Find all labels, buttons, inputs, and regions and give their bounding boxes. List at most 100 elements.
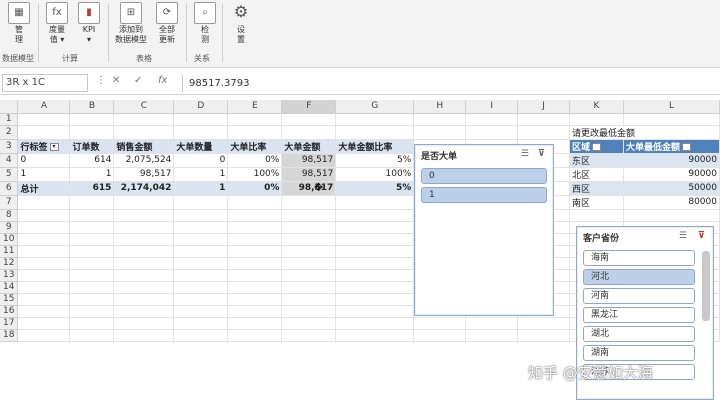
column-header[interactable]: L	[623, 100, 720, 114]
pivot-header: 大单比率	[227, 139, 283, 154]
formula-input[interactable]: 98517.3793	[182, 75, 712, 92]
pivot-cell[interactable]: 2,075,524	[113, 153, 175, 168]
group-data-model: 数据模型	[2, 54, 34, 63]
settings-button[interactable]: ⚙ 设 置	[226, 2, 256, 45]
row-header[interactable]: 8	[0, 209, 19, 222]
column-header[interactable]: C	[113, 100, 175, 114]
threshold-cell[interactable]: 90000	[623, 167, 720, 182]
threshold-cell[interactable]: 80000	[623, 195, 720, 210]
row-header[interactable]: 14	[0, 281, 19, 294]
row-header[interactable]: 15	[0, 293, 19, 306]
measure-button[interactable]: fx 度量 值 ▾	[42, 2, 72, 45]
pivot-cell[interactable]: 100%	[227, 167, 283, 182]
pivot-header: 大单金额比率	[335, 139, 415, 154]
refresh-all-button[interactable]: ⟳ 全部 更新	[152, 2, 182, 45]
row-header[interactable]: 13	[0, 269, 19, 282]
pivot-header-row-label[interactable]: 行标签 ▾	[17, 139, 71, 154]
threshold-cell[interactable]: 南区	[569, 195, 624, 210]
multi-select-icon[interactable]: ☰	[679, 231, 687, 241]
select-all-corner[interactable]	[0, 100, 19, 114]
pivot-cell[interactable]: 614	[69, 153, 115, 168]
pivot-total-cell[interactable]: 5%	[335, 180, 415, 196]
column-header[interactable]: D	[173, 100, 229, 114]
pivot-cell[interactable]: 100%	[335, 167, 415, 182]
manage-button[interactable]: ▦ 管 理	[4, 2, 34, 45]
column-header[interactable]: G	[335, 100, 415, 114]
measure-label: 度量 值 ▾	[49, 25, 65, 44]
threshold-cell[interactable]: 50000	[623, 181, 720, 196]
row-header[interactable]: 17	[0, 317, 19, 330]
row-header[interactable]: 16	[0, 305, 19, 318]
pivot-header: 大单金额	[281, 139, 337, 154]
clear-filter-icon[interactable]: ⊽	[698, 231, 705, 241]
clear-filter-icon[interactable]: ⊽	[538, 149, 545, 159]
row-header[interactable]: 6	[0, 181, 19, 196]
slicer-item[interactable]: 1	[421, 187, 547, 203]
row-header[interactable]: 9	[0, 221, 19, 234]
function-icon: fx	[46, 2, 68, 24]
row-header[interactable]: 11	[0, 245, 19, 258]
column-header[interactable]: H	[413, 100, 467, 114]
column-header-selected[interactable]: F	[281, 100, 337, 114]
threshold-header[interactable]: 大单最低金额 ▾	[623, 139, 720, 154]
row-header[interactable]: 10	[0, 233, 19, 246]
row-header[interactable]: 3	[0, 139, 19, 154]
pivot-cell[interactable]: 1	[173, 167, 229, 182]
threshold-cell[interactable]: 东区	[569, 153, 624, 168]
insert-function-icon[interactable]: fx	[158, 75, 167, 86]
slicer-item[interactable]: 湖北	[583, 326, 695, 342]
pivot-total-cell[interactable]: 2,174,042	[113, 180, 175, 196]
add-to-model-button[interactable]: ⊞ 添加到 数据模型	[112, 2, 150, 45]
threshold-cell[interactable]: 北区	[569, 167, 624, 182]
detect-button[interactable]: ⌕ 检 测	[190, 2, 220, 45]
scrollbar-thumb[interactable]	[702, 251, 710, 321]
pivot-cell[interactable]: 98,517	[113, 167, 175, 182]
pivot-total-cell[interactable]: 615	[69, 180, 115, 196]
pivot-cell[interactable]: 1	[69, 167, 115, 182]
pivot-cell[interactable]: 1	[17, 167, 71, 182]
pivot-total-cell-selected[interactable]: 98,517	[281, 180, 337, 196]
row-header[interactable]: 4	[0, 153, 19, 168]
multi-select-icon[interactable]: ☰	[521, 149, 529, 159]
pivot-cell-selected[interactable]: 98,517	[281, 153, 337, 168]
name-box[interactable]: 3R x 1C	[2, 74, 88, 92]
threshold-cell[interactable]: 90000	[623, 153, 720, 168]
row-header[interactable]: 2	[0, 125, 19, 140]
pivot-total-cell[interactable]: 0%	[227, 180, 283, 196]
slicer-big-order[interactable]: 是否大单 ☰ ⊽ 0 1	[414, 144, 554, 316]
pivot-cell[interactable]: 0	[173, 153, 229, 168]
slicer-item-selected[interactable]: 河北	[583, 269, 695, 285]
row-header[interactable]: 7	[0, 195, 19, 210]
column-header[interactable]: B	[69, 100, 115, 114]
pivot-header: 订单数	[69, 139, 115, 154]
row-header[interactable]: 12	[0, 257, 19, 270]
row-header[interactable]: 5	[0, 167, 19, 182]
pivot-cell[interactable]: 0	[17, 153, 71, 168]
threshold-header[interactable]: 区域 ▾	[569, 139, 624, 154]
column-header[interactable]: J	[517, 100, 570, 114]
ribbon: ▦ 管 理 fx 度量 值 ▾ ▮ KPI ▾ ⊞ 添加到 数据模型 ⟳ 全部 …	[0, 0, 720, 68]
pivot-cell[interactable]: 5%	[335, 153, 415, 168]
threshold-cell[interactable]: 西区	[569, 181, 624, 196]
column-header[interactable]: I	[465, 100, 519, 114]
filter-dropdown-icon[interactable]: ▾	[49, 143, 59, 151]
column-header[interactable]: K	[569, 100, 624, 114]
slicer-item[interactable]: 海南	[583, 250, 695, 266]
kpi-button[interactable]: ▮ KPI ▾	[74, 2, 104, 45]
pivot-total-cell[interactable]: 总计	[17, 180, 71, 196]
slicer-item[interactable]: 黑龙江	[583, 307, 695, 323]
column-header[interactable]: E	[227, 100, 283, 114]
enter-icon[interactable]: ✓	[134, 75, 142, 86]
slicer-item[interactable]: 河南	[583, 288, 695, 304]
table-link-icon: ⊞	[120, 2, 142, 24]
slicer-item[interactable]: 0	[421, 168, 547, 184]
row-header[interactable]: 1	[0, 113, 19, 126]
add-to-model-label: 添加到 数据模型	[115, 25, 147, 44]
pivot-cell[interactable]: 0%	[227, 153, 283, 168]
pivot-total-cell[interactable]: 1	[173, 180, 229, 196]
slicer-item[interactable]: 湖南	[583, 345, 695, 361]
pivot-cell-selected[interactable]: 98,517	[281, 167, 337, 182]
cancel-icon[interactable]: ✕	[112, 75, 120, 86]
row-header[interactable]: 18	[0, 329, 19, 342]
column-header[interactable]: A	[17, 100, 71, 114]
